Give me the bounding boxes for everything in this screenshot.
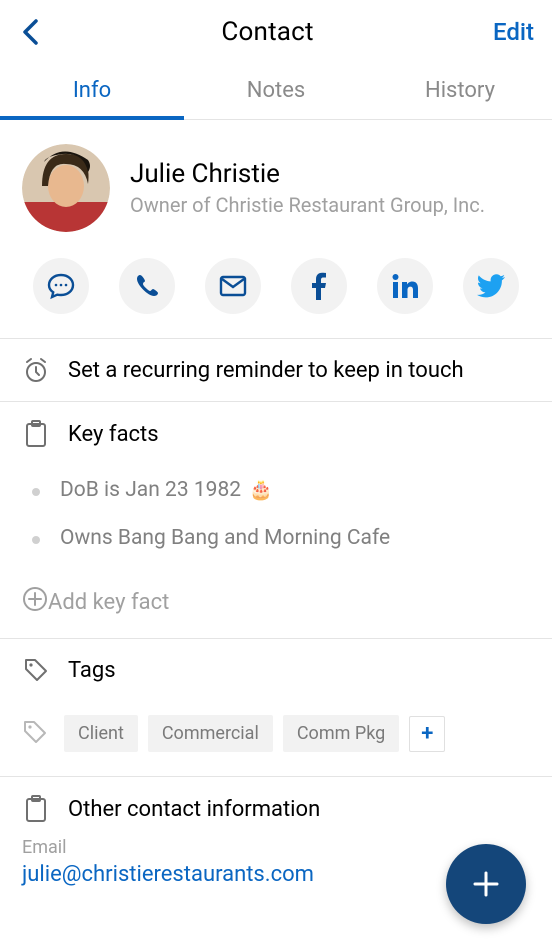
tab-bar: Info Notes History: [0, 64, 552, 120]
contact-name: Julie Christie: [130, 159, 485, 189]
tab-notes[interactable]: Notes: [184, 64, 368, 119]
tag-chip[interactable]: Comm Pkg: [283, 715, 399, 752]
mail-button[interactable]: [205, 258, 261, 314]
reminder-row[interactable]: Set a recurring reminder to keep in touc…: [0, 339, 552, 401]
tag-chip[interactable]: Client: [64, 715, 138, 752]
tags-heading: Tags: [68, 658, 116, 683]
twitter-icon: [477, 274, 505, 298]
plus-icon: [470, 868, 502, 900]
birthday-icon: 🎂: [249, 478, 273, 501]
tab-info[interactable]: Info: [0, 64, 184, 119]
reminder-text: Set a recurring reminder to keep in touc…: [68, 358, 464, 383]
mail-icon: [219, 275, 247, 297]
linkedin-icon: [392, 273, 418, 299]
bullet-icon: [32, 536, 40, 544]
linkedin-button[interactable]: [377, 258, 433, 314]
add-keyfact-label: Add key fact: [48, 590, 169, 615]
edit-button[interactable]: Edit: [493, 18, 534, 46]
add-tag-button[interactable]: +: [409, 716, 445, 752]
tag-chip[interactable]: Commercial: [148, 715, 273, 752]
chat-icon: [47, 272, 75, 300]
alarm-icon: [22, 357, 50, 383]
clipboard-icon: [22, 420, 50, 448]
keyfact-item[interactable]: DoB is Jan 23 1982 🎂: [22, 466, 530, 514]
chat-button[interactable]: [33, 258, 89, 314]
keyfact-item[interactable]: Owns Bang Bang and Morning Cafe: [22, 514, 530, 562]
other-heading: Other contact information: [68, 797, 320, 822]
facebook-icon: [311, 272, 327, 300]
avatar[interactable]: [22, 144, 110, 232]
chevron-left-icon: [22, 19, 38, 45]
facebook-button[interactable]: [291, 258, 347, 314]
tag-icon: [22, 719, 48, 749]
phone-icon: [134, 273, 160, 299]
tag-icon: [22, 657, 50, 683]
keyfact-text: DoB is Jan 23 1982: [60, 478, 241, 502]
clipboard-icon: [22, 795, 50, 823]
twitter-button[interactable]: [463, 258, 519, 314]
email-label: Email: [22, 837, 530, 858]
add-keyfact-button[interactable]: Add key fact: [0, 572, 552, 638]
tab-history[interactable]: History: [368, 64, 552, 119]
bullet-icon: [32, 488, 40, 496]
page-title: Contact: [221, 17, 313, 47]
plus-circle-icon: [22, 586, 48, 618]
keyfacts-heading: Key facts: [68, 422, 159, 447]
phone-button[interactable]: [119, 258, 175, 314]
keyfact-text: Owns Bang Bang and Morning Cafe: [60, 526, 390, 550]
add-fab-button[interactable]: [446, 844, 526, 924]
contact-subtitle: Owner of Christie Restaurant Group, Inc.: [130, 193, 485, 218]
back-button[interactable]: [18, 20, 42, 44]
